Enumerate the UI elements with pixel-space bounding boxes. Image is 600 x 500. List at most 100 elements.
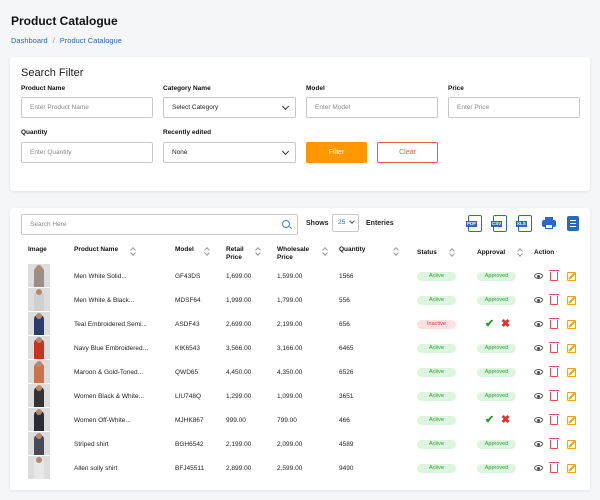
search-icon[interactable] [282, 220, 290, 228]
view-eye-icon[interactable] [534, 273, 543, 279]
sort-icon[interactable] [450, 249, 454, 256]
reject-cross-icon[interactable]: ✖ [501, 413, 510, 426]
model-input[interactable]: Enter Model [306, 97, 438, 118]
clear-button[interactable]: Clear [377, 142, 438, 163]
table-row: Striped shirt BGH6542 2,199.00 2,099.00 … [10, 432, 590, 456]
delete-trash-icon[interactable] [549, 462, 559, 473]
col-model[interactable]: Model [175, 246, 194, 254]
approval-badge: Approved [477, 464, 516, 473]
delete-trash-icon[interactable] [549, 294, 559, 305]
view-eye-icon[interactable] [534, 441, 543, 447]
wholesale-price-cell: 4,350.00 [277, 369, 303, 376]
view-eye-icon[interactable] [534, 321, 543, 327]
col-product-name[interactable]: Product Name [74, 246, 118, 254]
breadcrumb-dashboard[interactable]: Dashboard [11, 36, 48, 45]
edit-icon[interactable] [567, 392, 576, 401]
sort-icon[interactable] [256, 248, 260, 255]
delete-trash-icon[interactable] [549, 414, 559, 425]
xls-export-icon[interactable]: XLS [516, 215, 532, 232]
product-table-card: Search Here Shows 25 Enteries PDF CSV XL… [10, 208, 590, 490]
model-cell: QWD65 [175, 369, 199, 376]
product-name-input[interactable]: Enter Product Name [21, 97, 153, 118]
approve-check-icon[interactable]: ✔ [485, 317, 494, 330]
edit-icon[interactable] [567, 416, 576, 425]
wholesale-price-cell: 2,199.00 [277, 321, 303, 328]
quantity-cell: 1566 [339, 273, 354, 280]
table-row: Men White Solid... GF43DS 1,699.00 1,599… [10, 264, 590, 288]
col-status[interactable]: Status [417, 249, 437, 257]
category-select[interactable]: Select Category [163, 97, 296, 118]
sort-icon[interactable] [394, 248, 398, 255]
edit-icon[interactable] [567, 272, 576, 281]
col-approval[interactable]: Approval [477, 249, 505, 257]
breadcrumb: Dashboard / Product Catalogue [11, 36, 122, 45]
delete-trash-icon[interactable] [549, 390, 559, 401]
edit-icon[interactable] [567, 320, 576, 329]
view-eye-icon[interactable] [534, 345, 543, 351]
view-eye-icon[interactable] [534, 369, 543, 375]
pdf-export-icon[interactable]: PDF [466, 215, 482, 232]
model-cell: KIK6543 [175, 345, 200, 352]
print-icon[interactable] [542, 217, 556, 229]
recently-edited-value: None [172, 149, 188, 156]
sort-icon[interactable] [131, 248, 135, 255]
col-quantity[interactable]: Quantity [339, 246, 365, 254]
delete-trash-icon[interactable] [549, 318, 559, 329]
page-size-select[interactable]: 25 [332, 214, 359, 232]
table-search-input[interactable]: Search Here [21, 214, 298, 235]
product-name-cell: Women Black & White... [74, 393, 144, 400]
document-icon[interactable] [567, 216, 579, 231]
quantity-cell: 466 [339, 417, 350, 424]
edit-icon[interactable] [567, 368, 576, 377]
col-retail-price[interactable]: Retail Price [226, 246, 244, 262]
chevron-down-icon [281, 147, 290, 156]
delete-trash-icon[interactable] [549, 438, 559, 449]
status-badge: Active [417, 344, 456, 353]
view-eye-icon[interactable] [534, 297, 543, 303]
wholesale-price-cell: 1,599.00 [277, 273, 303, 280]
product-name-label: Product Name [21, 85, 66, 92]
price-input[interactable]: Enter Price [448, 97, 580, 118]
edit-icon[interactable] [567, 344, 576, 353]
edit-icon[interactable] [567, 440, 576, 449]
edit-icon[interactable] [567, 296, 576, 305]
status-badge: Active [417, 368, 456, 377]
edit-icon[interactable] [567, 464, 576, 473]
product-thumbnail [28, 288, 50, 311]
recently-edited-select[interactable]: None [163, 142, 296, 163]
csv-export-icon[interactable]: CSV [491, 215, 507, 232]
wholesale-price-cell: 3,166.00 [277, 345, 303, 352]
wholesale-price-cell: 2,099.00 [277, 441, 303, 448]
retail-price-cell: 2,899.00 [226, 465, 252, 472]
page-size-value: 25 [338, 219, 346, 226]
quantity-input[interactable]: Enter Quantity [21, 142, 153, 163]
reject-cross-icon[interactable]: ✖ [501, 317, 510, 330]
view-eye-icon[interactable] [534, 417, 543, 423]
wholesale-price-cell: 1,799.00 [277, 297, 303, 304]
breadcrumb-current[interactable]: Product Catalogue [60, 36, 122, 45]
delete-trash-icon[interactable] [549, 342, 559, 353]
quantity-cell: 556 [339, 297, 350, 304]
product-name-cell: Allen solly shirt [74, 465, 118, 472]
category-label: Category Name [163, 85, 211, 92]
approve-check-icon[interactable]: ✔ [485, 413, 494, 426]
model-cell: LIU748Q [175, 393, 202, 400]
product-thumbnail [28, 408, 50, 431]
table-row: Men White & Black... MDSF64 1,999.00 1,7… [10, 288, 590, 312]
status-badge: Active [417, 416, 456, 425]
delete-trash-icon[interactable] [549, 270, 559, 281]
col-wholesale-price[interactable]: Wholesale Price [277, 246, 309, 262]
view-eye-icon[interactable] [534, 465, 543, 471]
search-placeholder: Search Here [30, 221, 67, 228]
product-name-cell: Maroon & Gold-Toned... [74, 369, 144, 376]
sort-icon[interactable] [205, 248, 209, 255]
retail-price-cell: 1,699.00 [226, 273, 252, 280]
sort-icon[interactable] [518, 249, 522, 256]
view-eye-icon[interactable] [534, 393, 543, 399]
filter-button[interactable]: Filter [306, 142, 367, 163]
page-title: Product Catalogue [11, 14, 118, 28]
sort-icon[interactable] [323, 248, 327, 255]
wholesale-price-cell: 2,599.00 [277, 465, 303, 472]
delete-trash-icon[interactable] [549, 366, 559, 377]
product-name-cell: Striped shirt [74, 441, 109, 448]
